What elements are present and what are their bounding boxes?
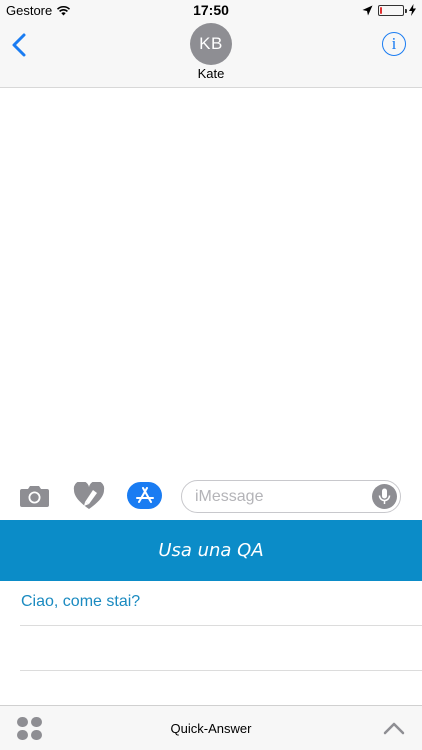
battery-icon	[378, 4, 407, 16]
contact-name[interactable]: Kate	[0, 66, 422, 81]
message-field[interactable]	[181, 480, 401, 513]
microphone-icon	[378, 488, 391, 504]
contact-avatar[interactable]: KB	[190, 23, 232, 65]
use-qa-banner[interactable]: Usa una QA	[0, 520, 422, 581]
drawer-app-title: Quick-Answer	[170, 721, 252, 736]
camera-icon	[19, 486, 49, 507]
expand-button[interactable]	[383, 720, 405, 736]
compose-bar	[0, 472, 422, 520]
quick-answer-text: Ciao, come stai?	[21, 593, 141, 610]
app-store-button[interactable]	[127, 482, 162, 509]
dictation-button[interactable]	[372, 484, 397, 509]
battery-fill	[380, 6, 382, 14]
quick-answer-item[interactable]: Ciao, come stai?	[20, 581, 422, 626]
message-thread	[0, 89, 422, 472]
message-input[interactable]	[195, 487, 365, 507]
digital-touch-button[interactable]	[72, 482, 106, 510]
back-chevron-icon	[12, 33, 26, 57]
chevron-up-icon	[383, 722, 405, 735]
quick-answer-item[interactable]	[20, 626, 422, 671]
app-drawer-bar: Quick-Answer	[0, 705, 422, 750]
digital-touch-heart-icon	[73, 482, 105, 509]
charging-bolt-icon	[409, 4, 416, 16]
app-store-icon	[135, 486, 154, 503]
status-time: 17:50	[193, 2, 229, 18]
conversation-header: KB Kate i	[0, 22, 422, 88]
camera-button[interactable]	[17, 482, 51, 510]
quick-answer-list: Ciao, come stai?	[0, 581, 422, 671]
location-arrow-icon	[362, 5, 373, 15]
status-bar: Gestore 17:50	[0, 0, 422, 22]
back-button[interactable]	[10, 32, 32, 58]
info-icon[interactable]: i	[382, 32, 406, 56]
use-qa-label: Usa una QA	[158, 540, 264, 561]
status-right	[362, 4, 416, 16]
